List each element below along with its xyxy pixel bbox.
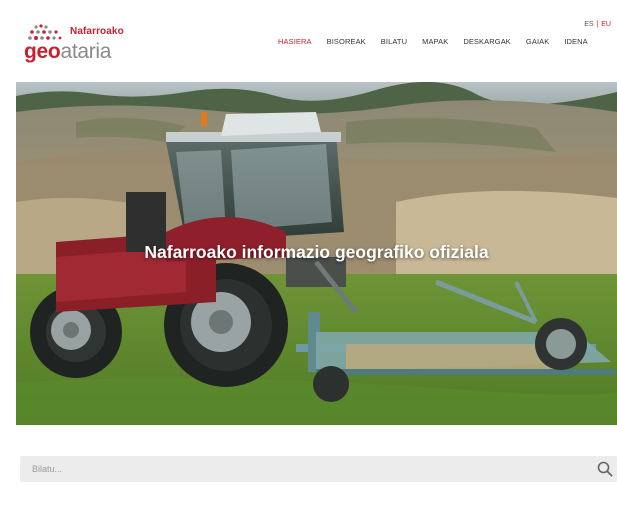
search-bar: [20, 456, 617, 482]
language-option-es[interactable]: ES: [584, 21, 593, 28]
geoataria-logo[interactable]: Nafarroako geoataria: [24, 20, 154, 70]
nav-item-bisoreak[interactable]: BISOREAK: [327, 35, 366, 49]
hero-banner: Nafarroako informazio geografiko ofizial…: [16, 82, 617, 425]
nav-item-mapak[interactable]: MAPAK: [422, 35, 448, 49]
logo-geo-text: geo: [24, 40, 61, 63]
logo-wordmark: geoataria: [24, 40, 111, 64]
logo-ataria-text: ataria: [60, 40, 112, 63]
nav-item-bilatu[interactable]: BILATU: [381, 35, 407, 49]
search-icon[interactable]: [597, 461, 613, 477]
language-separator: |: [596, 21, 599, 28]
nav-item-idena[interactable]: IDENA: [564, 35, 587, 49]
main-nav: HASIERA BISOREAK BILATU MAPAK DESKARGAK …: [278, 35, 588, 49]
page: Nafarroako geoataria ES | EU HASIERA BIS…: [16, 8, 617, 516]
nav-item-gaiak[interactable]: GAIAK: [526, 35, 549, 49]
logo-subtitle: Nafarroako: [70, 26, 124, 37]
hero-title: Nafarroako informazio geografiko ofizial…: [144, 242, 489, 262]
site-header: Nafarroako geoataria ES | EU HASIERA BIS…: [16, 8, 617, 82]
language-switcher: ES | EU: [584, 21, 611, 28]
search-input[interactable]: [20, 456, 580, 482]
nav-item-deskargak[interactable]: DESKARGAK: [463, 35, 511, 49]
nav-item-hasiera[interactable]: HASIERA: [278, 35, 312, 49]
language-option-eu[interactable]: EU: [601, 21, 611, 28]
